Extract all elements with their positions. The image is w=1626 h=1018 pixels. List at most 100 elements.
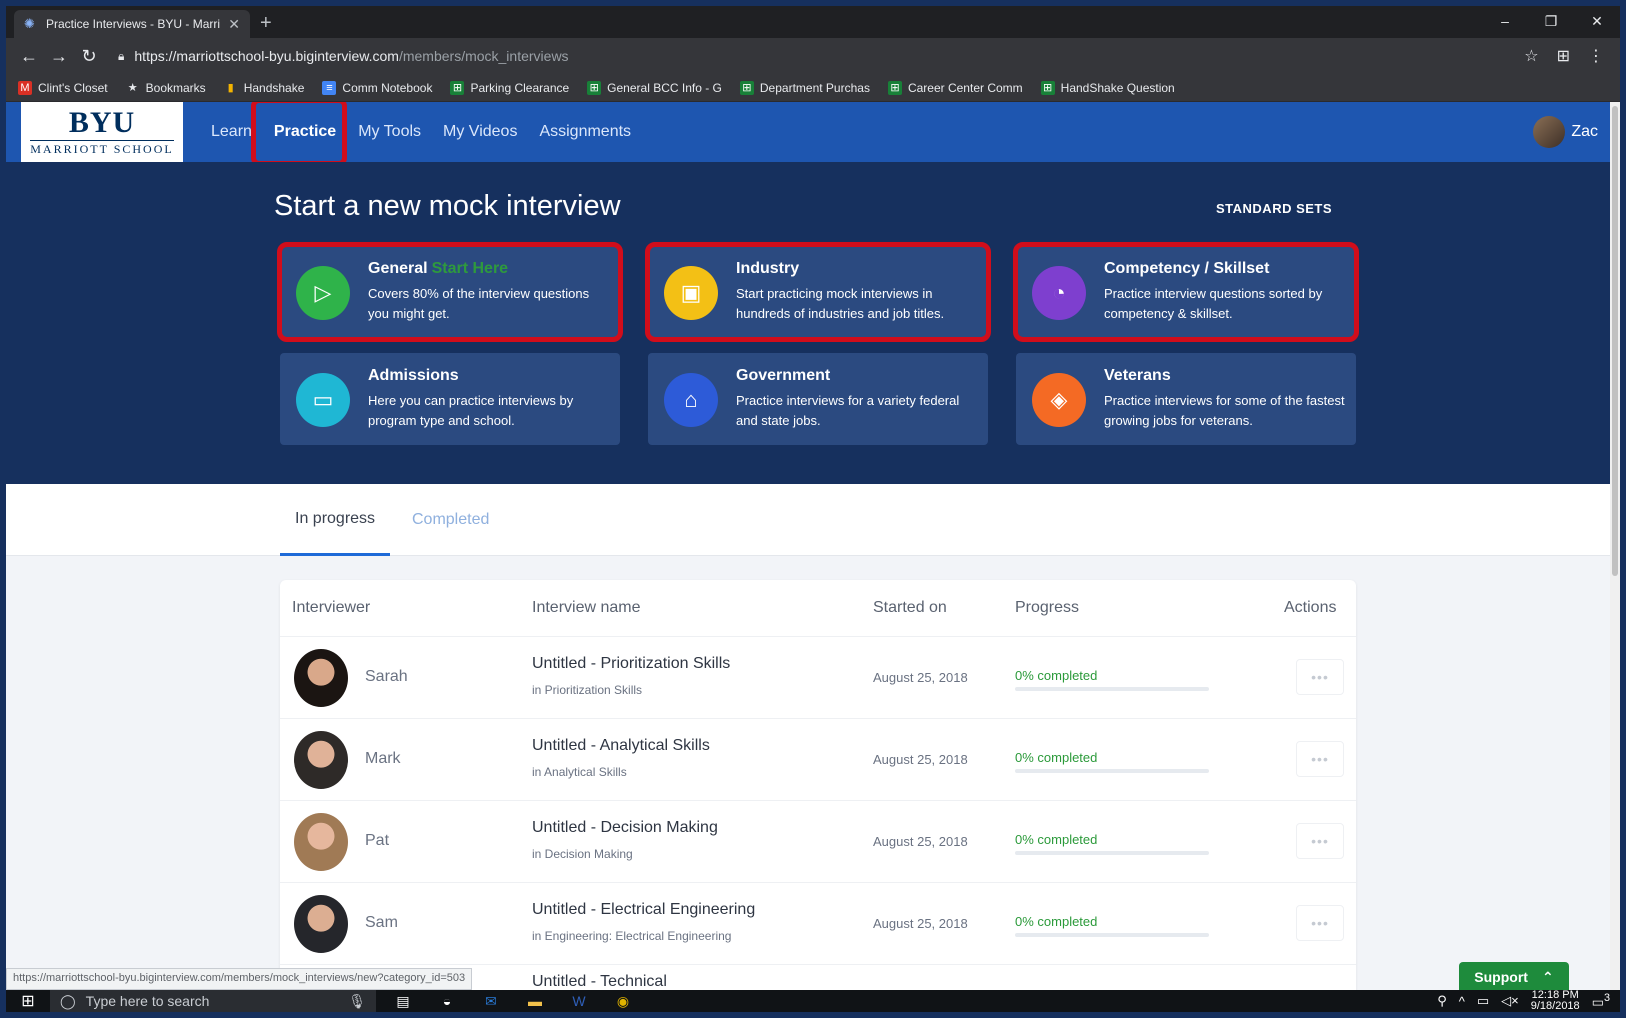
page-scrollbar[interactable] — [1610, 102, 1620, 990]
bookmark-label: HandShake Question — [1060, 80, 1175, 95]
notification-icon[interactable]: ▭3 — [1592, 992, 1610, 1010]
volume-icon[interactable]: ◁× — [1501, 993, 1519, 1009]
table-row[interactable]: Sarah Untitled - Prioritization Skills i… — [280, 636, 1356, 718]
top-nav: BYU MARRIOTT SCHOOL Learn Practice My To… — [6, 102, 1620, 166]
actions-menu-button[interactable]: ••• — [1296, 741, 1344, 777]
clock[interactable]: 12:18 PM 9/18/2018 — [1531, 990, 1580, 1012]
extension-icon[interactable]: ⊞ — [1557, 46, 1570, 66]
bookmark-general-bcc[interactable]: ⊞ General BCC Info - G — [587, 80, 722, 95]
bookmark-clints-closet[interactable]: M Clint's Closet — [18, 80, 108, 95]
search-placeholder: Type here to search — [85, 993, 210, 1009]
highlight-practice — [251, 102, 347, 166]
sun-favicon-icon: ✺ — [24, 16, 35, 31]
sheet-icon: ⊞ — [587, 80, 602, 95]
browser-tab[interactable]: ✺ Practice Interviews - BYU - Marri ✕ — [14, 10, 250, 38]
header-progress: Progress — [1015, 599, 1080, 616]
interview-name[interactable]: Untitled - Technical — [532, 973, 667, 990]
interviewer-photo — [294, 731, 348, 789]
actions-menu-button[interactable]: ••• — [1296, 823, 1344, 859]
microphone-icon[interactable]: 🎙︎ — [348, 993, 366, 1010]
card-government[interactable]: ⌂ Government Practice interviews for a v… — [648, 353, 988, 445]
nav-my-tools[interactable]: My Tools — [347, 102, 432, 162]
reload-icon[interactable]: ↻ — [74, 46, 104, 67]
bookmark-label: Bookmarks — [145, 80, 206, 95]
progress-text: 0% completed — [1015, 668, 1098, 683]
chrome-icon[interactable]: ◉ — [608, 991, 638, 1011]
word-icon[interactable]: W — [564, 991, 594, 1011]
support-label: Support — [1474, 969, 1528, 985]
restore-button[interactable]: ❐ — [1528, 6, 1574, 36]
actions-menu-button[interactable]: ••• — [1296, 905, 1344, 941]
actions-menu-button[interactable]: ••• — [1296, 659, 1344, 695]
user-menu[interactable]: Zac — [1533, 116, 1598, 148]
forward-arrow-icon[interactable]: → — [44, 46, 74, 67]
bookmark-comm-notebook[interactable]: ≡ Comm Notebook — [322, 80, 432, 95]
table-row[interactable]: Sam Untitled - Electrical Engineering in… — [280, 882, 1356, 964]
tab-in-progress[interactable]: In progress — [280, 484, 391, 556]
card-desc: Here you can practice interviews by prog… — [368, 393, 574, 428]
star-icon: ★ — [127, 82, 138, 94]
browser-tab-title: Practice Interviews - BYU - Marri — [46, 17, 221, 31]
card-veterans[interactable]: ◈ Veterans Practice interviews for some … — [1016, 353, 1356, 445]
new-tab-button[interactable]: + — [260, 12, 272, 35]
app-icon[interactable]: ◒ — [432, 991, 462, 1011]
bookmark-bookmarks[interactable]: ★ Bookmarks — [126, 81, 206, 95]
file-explorer-icon[interactable]: ▬ — [520, 991, 550, 1011]
table-row[interactable]: Pat Untitled - Decision Making in Decisi… — [280, 800, 1356, 882]
support-button[interactable]: Support ⌃ — [1459, 962, 1569, 990]
bookmark-career-center[interactable]: ⊞ Career Center Comm — [887, 80, 1023, 95]
url-host: https://marriottschool-byu.biginterview.… — [134, 48, 399, 64]
chevron-up-icon: ⌃ — [1541, 968, 1554, 985]
close-tab-icon[interactable]: ✕ — [228, 16, 240, 33]
menu-dots-icon[interactable]: ⋮ — [1588, 46, 1604, 66]
bookmark-department-purchas[interactable]: ⊞ Department Purchas — [739, 80, 870, 95]
tab-strip: ✺ Practice Interviews - BYU - Marri ✕ + … — [6, 6, 1620, 38]
minimize-button[interactable]: – — [1482, 6, 1528, 36]
table-row[interactable]: Mark Untitled - Analytical Skills in Ana… — [280, 718, 1356, 800]
dog-tags-icon: ◈ — [1032, 373, 1086, 427]
interviewer-name: Sam — [365, 914, 398, 931]
interviewer-name: Mark — [365, 750, 401, 767]
nav-my-videos[interactable]: My Videos — [432, 102, 528, 162]
bookmark-parking-clearance[interactable]: ⊞ Parking Clearance — [450, 80, 569, 95]
doc-icon: ≡ — [322, 80, 337, 95]
network-icon[interactable]: ▭ — [1477, 993, 1489, 1009]
scrollbar-thumb[interactable] — [1612, 106, 1618, 576]
started-date: August 25, 2018 — [873, 834, 968, 849]
logo-school: MARRIOTT SCHOOL — [30, 139, 174, 156]
taskbar-search[interactable]: ◯ Type here to search 🎙︎ — [50, 990, 376, 1012]
people-icon[interactable]: ⚲ — [1437, 993, 1447, 1009]
bookmark-handshake[interactable]: ▮ Handshake — [224, 81, 305, 95]
interview-name[interactable]: Untitled - Decision Making — [532, 819, 718, 837]
interview-name[interactable]: Untitled - Prioritization Skills — [532, 655, 730, 673]
back-arrow-icon[interactable]: ← — [14, 46, 44, 67]
address-bar[interactable]: 🔒︎ https://marriottschool-byu.bigintervi… — [110, 42, 1524, 70]
interview-name[interactable]: Untitled - Analytical Skills — [532, 737, 710, 755]
progress-bar — [1015, 851, 1209, 855]
interviewer-name: Sarah — [365, 668, 408, 685]
user-name: Zac — [1571, 123, 1598, 140]
windows-start-icon[interactable]: ⊞ — [6, 991, 50, 1011]
clock-date: 9/18/2018 — [1530, 1000, 1580, 1012]
tab-label: In progress — [295, 509, 376, 527]
cortana-circle-icon: ◯ — [60, 992, 76, 1009]
nav-assignments[interactable]: Assignments — [528, 102, 642, 162]
tray-chevron-icon[interactable]: ^ — [1459, 994, 1465, 1009]
tab-completed[interactable]: Completed — [412, 484, 489, 556]
avatar — [1533, 116, 1566, 148]
outlook-icon[interactable]: ✉ — [476, 991, 506, 1011]
byu-logo[interactable]: BYU MARRIOTT SCHOOL — [21, 102, 183, 162]
bookmark-handshake-question[interactable]: ⊞ HandShake Question — [1040, 80, 1175, 95]
bookmark-star-icon[interactable]: ☆ — [1524, 46, 1538, 66]
progress-bar — [1015, 933, 1209, 937]
interview-name[interactable]: Untitled - Electrical Engineering — [532, 901, 755, 919]
task-view-icon[interactable]: ▤ — [388, 991, 418, 1011]
interview-category: in Analytical Skills — [532, 765, 627, 779]
standard-sets-label[interactable]: STANDARD SETS — [1216, 201, 1332, 216]
graduation-cap-icon: ▭ — [296, 373, 350, 427]
close-window-button[interactable]: ✕ — [1574, 6, 1620, 36]
interview-category: in Engineering: Electrical Engineering — [532, 929, 732, 943]
handshake-icon: ▮ — [227, 82, 234, 94]
started-date: August 25, 2018 — [873, 752, 968, 767]
card-admissions[interactable]: ▭ Admissions Here you can practice inter… — [280, 353, 620, 445]
